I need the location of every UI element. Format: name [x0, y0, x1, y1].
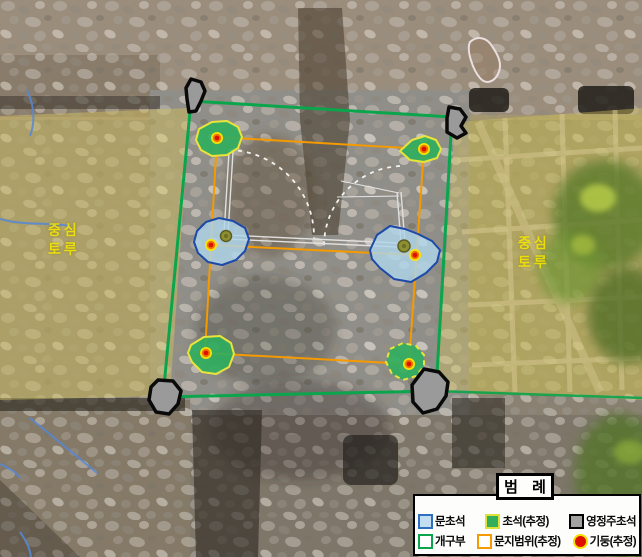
pillar-marker-bottom-right [403, 358, 415, 370]
rampart-label-left: 중심 토루 [48, 221, 80, 259]
pillar-marker-mid-left [205, 239, 217, 251]
opening-swatch [418, 534, 433, 549]
legend-item-pillar-est: 기둥(추정) [573, 533, 636, 549]
legend-item-gate-foundation: 문초석 [418, 513, 465, 529]
legend: 문초석 초석(추정) 영정주초석 개구부 문지범위(추정) 기둥(추정 [413, 494, 641, 556]
pillar-marker-bottom-left [200, 347, 212, 359]
legend-row-2: 개구부 문지범위(추정) 기둥(추정) [418, 533, 636, 549]
legend-item-label: 기둥(추정) [590, 533, 636, 549]
legend-item-gate-extent: 문지범위(추정) [477, 533, 560, 549]
legend-item-label: 문지범위(추정) [494, 533, 560, 549]
legend-row-1: 문초석 초석(추정) 영정주초석 [418, 513, 636, 529]
legend-title: 범 례 [496, 473, 554, 500]
legend-item-label: 문초석 [435, 513, 465, 529]
legend-item-ridgepole-stone: 영정주초석 [569, 513, 636, 529]
legend-item-label: 개구부 [435, 533, 465, 549]
excavation-figure: 중심 토루 중심 토루 범 례 문초석 초석(추정) 영정주초석 개구부 [0, 0, 642, 557]
legend-item-foundation-est: 초석(추정) [485, 513, 548, 529]
pillar-marker-top-left [211, 132, 223, 144]
ridgepole-stone-top-right [447, 107, 466, 138]
pillar-marker-mid-right [409, 249, 421, 261]
gate-foundation-swatch [418, 514, 433, 529]
foundation-est-swatch [485, 514, 500, 529]
legend-item-label: 영정주초석 [586, 513, 636, 529]
legend-item-opening: 개구부 [418, 533, 465, 549]
legend-item-label: 초석(추정) [502, 513, 548, 529]
ridgepole-stone-swatch [569, 514, 584, 529]
gate-extent-swatch [477, 534, 492, 549]
pillar-est-swatch [573, 534, 588, 549]
pillar-marker-top-right [418, 143, 430, 155]
rampart-highlight-left [0, 108, 190, 400]
rampart-label-right: 중심 토루 [518, 234, 550, 272]
